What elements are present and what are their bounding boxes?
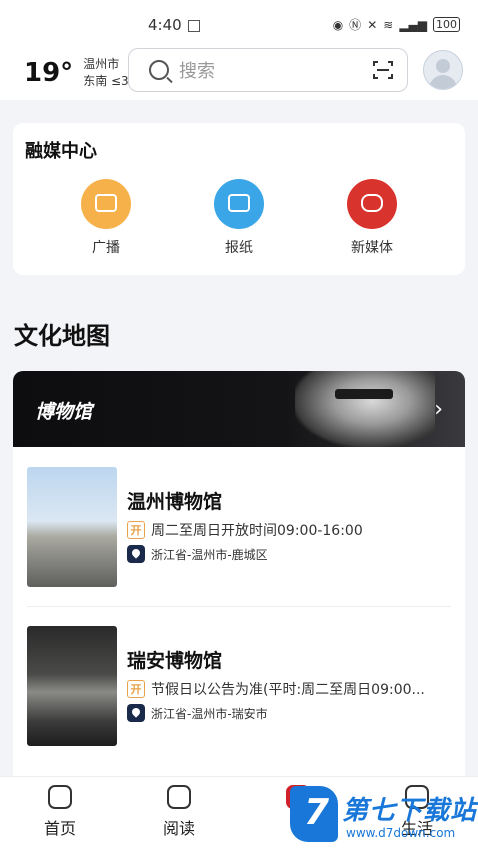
museum-address: 浙江省-温州市-瑞安市 [151, 706, 268, 721]
media-center-title: 融媒中心 [25, 141, 97, 162]
divider [27, 606, 451, 607]
search-placeholder: 搜索 [179, 61, 215, 82]
museum-thumbnail [27, 467, 117, 587]
media-item-label: 广播 [92, 240, 120, 256]
media-item-newspaper[interactable]: 报纸 [189, 179, 289, 257]
banner-title: 博物馆 [35, 401, 93, 423]
scan-icon[interactable] [373, 60, 393, 80]
museum-name: 瑞安博物馆 [127, 650, 223, 672]
tab-reading[interactable]: 阅读 [139, 785, 219, 839]
media-item-new-media[interactable]: 新媒体 [322, 179, 422, 257]
status-time: 4:40 [148, 16, 200, 34]
watermark-url: www.d7down.com [346, 826, 456, 840]
wifi-icon: ≋ [383, 17, 394, 32]
museum-item[interactable]: 温州博物馆 开周二至周日开放时间09:00-16:00 浙江省-温州市-鹿城区 [27, 467, 451, 587]
nfc-icon: Ⓝ [349, 18, 362, 32]
watermark-logo [290, 786, 338, 842]
top-header: 19° 温州市 东南 ≤3 搜索 [0, 48, 478, 100]
search-icon [149, 60, 169, 80]
book-icon [167, 785, 191, 809]
chevron-right-icon: › [434, 397, 443, 422]
calendar-icon: 开 [127, 521, 145, 539]
media-center-card: 融媒中心 广播 报纸 新媒体 [13, 123, 465, 275]
statue-image [295, 371, 435, 447]
city-name: 温州市 [83, 57, 120, 71]
newspaper-icon [214, 179, 264, 229]
museum-item[interactable]: 瑞安博物馆 开节假日以公告为准(平时:周二至周日09:00... 浙江省-温州市… [27, 626, 451, 746]
media-item-radio[interactable]: 广播 [56, 179, 156, 257]
new-media-icon [347, 179, 397, 229]
watermark-text: 第七下载站 [342, 796, 478, 826]
museum-card: 博物馆 › 温州博物馆 开周二至周日开放时间09:00-16:00 浙江省-温州… [13, 371, 465, 801]
search-input[interactable]: 搜索 [128, 48, 408, 92]
culture-map-title: 文化地图 [14, 322, 110, 350]
wind-info: 东南 ≤3 [83, 74, 129, 88]
temperature: 19° [24, 58, 74, 88]
location-icon [127, 704, 145, 722]
battery-icon: 100 [433, 17, 460, 32]
home-icon [48, 785, 72, 809]
tab-label: 首页 [43, 819, 76, 838]
status-icons: ◉ Ⓝ ✕ ≋ ▂▄▆ 100 [333, 16, 460, 33]
museum-address: 浙江省-温州市-鹿城区 [151, 547, 268, 562]
museum-hours: 周二至周日开放时间09:00-16:00 [151, 523, 363, 539]
media-item-label: 报纸 [225, 240, 253, 256]
signal-icon: ▂▄▆ [399, 17, 427, 32]
museum-name: 温州博物馆 [127, 491, 223, 513]
notification-icon [187, 19, 200, 32]
radio-icon [81, 179, 131, 229]
location-icon [127, 545, 145, 563]
museum-hours: 节假日以公告为准(平时:周二至周日09:00... [151, 682, 425, 698]
status-bar: 4:40 ◉ Ⓝ ✕ ≋ ▂▄▆ 100 [0, 0, 478, 48]
media-item-label: 新媒体 [351, 240, 393, 256]
eye-icon: ◉ [332, 17, 344, 32]
avatar[interactable] [423, 50, 463, 90]
calendar-icon: 开 [127, 680, 145, 698]
museum-banner[interactable]: 博物馆 › [13, 371, 465, 447]
mute-icon: ✕ [367, 17, 378, 32]
weather-widget[interactable]: 19° 温州市 东南 ≤3 [24, 56, 129, 90]
tab-home[interactable]: 首页 [20, 785, 100, 839]
tab-label: 阅读 [162, 819, 195, 838]
museum-thumbnail [27, 626, 117, 746]
watermark: 第七下载站 www.d7down.com [290, 786, 478, 846]
